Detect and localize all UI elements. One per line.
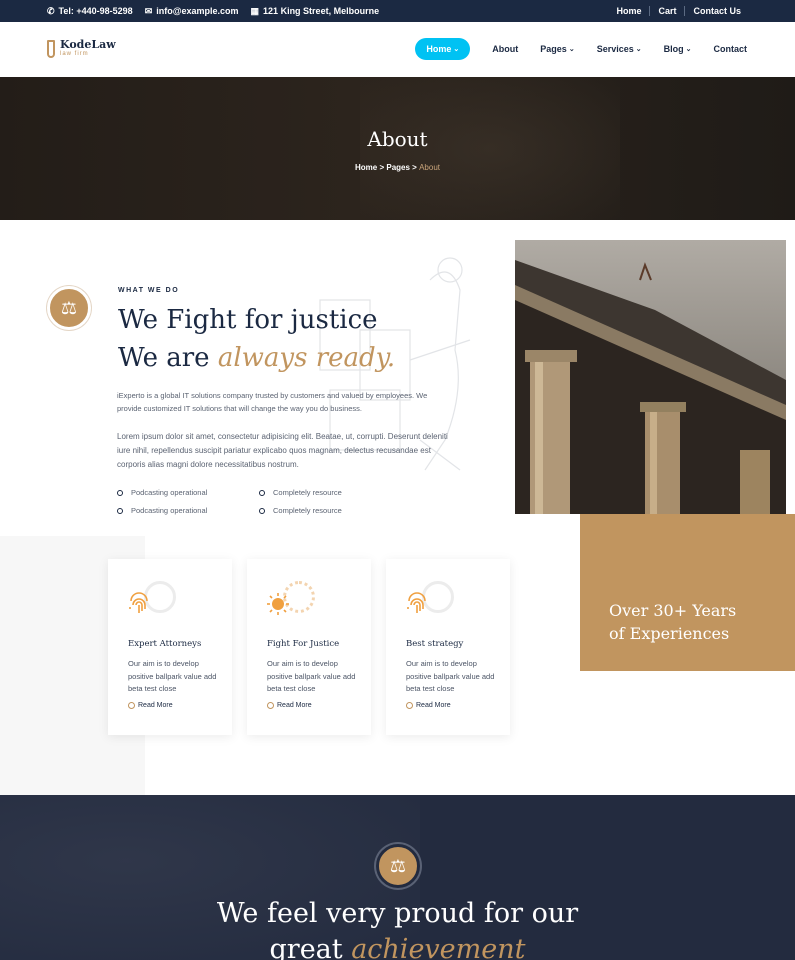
- logo-name: KodeLaw: [60, 38, 116, 51]
- read-more-label: Read More: [277, 702, 312, 709]
- feature-label: Completely resource: [273, 506, 342, 515]
- site-logo[interactable]: KodeLaw law firm: [47, 39, 116, 58]
- nav-item-home-label: Home: [426, 44, 452, 54]
- card-text: Our aim is to develop positive ballpark …: [406, 659, 495, 693]
- top-links: Home Cart Contact Us: [608, 0, 749, 22]
- feature-label: Completely resource: [273, 488, 342, 497]
- service-card: Expert Attorneys Our aim is to develop p…: [108, 559, 232, 735]
- email-item[interactable]: ✉ info@example.com: [145, 6, 239, 17]
- card-title: Best strategy: [406, 639, 464, 649]
- read-more-link[interactable]: Read More: [406, 702, 451, 709]
- chevron-down-icon: ⌄: [453, 46, 460, 53]
- breadcrumb-pages[interactable]: Pages: [386, 163, 410, 172]
- bullet-circle-icon: [117, 489, 123, 496]
- card-text: Our aim is to develop positive ballpark …: [267, 659, 356, 693]
- card-title: Expert Attorneys: [128, 639, 202, 649]
- bullet-circle-icon: [259, 489, 265, 496]
- about-headline: We Fight for justice We are always ready…: [118, 301, 395, 377]
- nav-item-services[interactable]: Services ⌄: [597, 44, 642, 54]
- chevron-down-icon: ⌄: [635, 46, 642, 53]
- experience-block: Over 30+ Years of Experiences: [580, 514, 795, 671]
- top-link-contact-us[interactable]: Contact Us: [684, 6, 749, 16]
- envelope-icon: ✉: [144, 5, 153, 16]
- arrow-circle-icon: [267, 702, 274, 709]
- about-body-text: Lorem ipsum dolor sit amet, consectetur …: [117, 432, 448, 469]
- card-title: Fight For Justice: [267, 639, 340, 649]
- breadcrumb-current: About: [419, 163, 440, 172]
- achievement-headline: We feel very proud for our great achieve…: [0, 896, 795, 960]
- achievement-line-2: great achievement: [0, 932, 795, 960]
- page-title: About: [367, 127, 428, 151]
- nav-item-blog-label: Blog: [663, 44, 684, 54]
- nav-item-contact-label: Contact: [713, 44, 748, 54]
- feature-item: Podcasting operational: [117, 488, 207, 497]
- headline-line-2-accent: always ready.: [217, 343, 396, 373]
- feature-item: Completely resource: [259, 488, 342, 497]
- nav-item-about-label: About: [492, 44, 519, 54]
- about-intro-text: iExperto is a global IT solutions compan…: [117, 391, 428, 413]
- logo-tagline: law firm: [60, 51, 89, 57]
- top-bar: ✆ Tel: +440-98-5298 ✉ info@example.com ▦…: [0, 0, 795, 22]
- courthouse-photo: [515, 240, 786, 514]
- justice-emblem-icon: ⚖: [47, 286, 91, 330]
- fingerprint-icon: [407, 592, 426, 613]
- page-hero: About Home > Pages > About: [0, 77, 795, 220]
- headline-line-2: We are always ready.: [118, 339, 395, 377]
- top-contact-info: ✆ Tel: +440-98-5298 ✉ info@example.com ▦…: [47, 0, 391, 22]
- fingerprint-icon: [129, 592, 148, 613]
- chevron-down-icon: ⌄: [568, 46, 575, 53]
- achievement-line-2-plain: great: [269, 934, 352, 960]
- nav-item-about[interactable]: About: [492, 44, 518, 54]
- chevron-down-icon: ⌄: [685, 46, 692, 53]
- bullet-circle-icon: [117, 507, 123, 514]
- card-text: Our aim is to develop positive ballpark …: [128, 659, 217, 693]
- bullet-circle-icon: [259, 507, 265, 514]
- nav-item-home[interactable]: Home ⌄: [415, 38, 471, 60]
- read-more-link[interactable]: Read More: [267, 702, 312, 709]
- logo-mark-icon: [47, 39, 55, 58]
- read-more-label: Read More: [138, 702, 173, 709]
- experience-text: Over 30+ Years of Experiences: [609, 599, 736, 645]
- feature-item: Podcasting operational: [117, 506, 207, 515]
- phone-item[interactable]: ✆ Tel: +440-98-5298: [47, 6, 133, 17]
- breadcrumb: Home > Pages > About: [355, 163, 440, 172]
- experience-line-2: of Experiences: [609, 624, 730, 643]
- read-more-label: Read More: [416, 702, 451, 709]
- email-text: info@example.com: [156, 6, 239, 16]
- headline-line-2-plain: We are: [118, 343, 218, 373]
- service-card: Fight For Justice Our aim is to develop …: [247, 559, 371, 735]
- top-link-home[interactable]: Home: [608, 6, 649, 16]
- phone-icon: ✆: [47, 5, 55, 16]
- justice-emblem-icon: ⚖: [376, 844, 420, 888]
- main-nav: KodeLaw law firm Home ⌄ About Pages ⌄ Serv…: [0, 22, 795, 77]
- nav-item-pages-label: Pages: [540, 44, 567, 54]
- section-eyebrow: WHAT WE DO: [118, 287, 180, 294]
- map-icon: ▦: [250, 5, 260, 16]
- nav-menu: Home ⌄ About Pages ⌄ Services ⌄ Blog ⌄ Conta…: [415, 38, 747, 60]
- top-link-cart[interactable]: Cart: [649, 6, 684, 16]
- address-text: 121 King Street, Melbourne: [263, 6, 380, 16]
- arrow-circle-icon: [406, 702, 413, 709]
- statue-sketch-illustration: [319, 257, 471, 471]
- service-card: Best strategy Our aim is to develop posi…: [386, 559, 510, 735]
- nav-item-blog[interactable]: Blog ⌄: [664, 44, 692, 54]
- sun-icon: [267, 593, 289, 615]
- nav-item-pages[interactable]: Pages ⌄: [540, 44, 574, 54]
- headline-line-1: We Fight for justice: [118, 305, 378, 335]
- feature-label: Podcasting operational: [131, 488, 208, 497]
- feature-label: Podcasting operational: [131, 506, 208, 515]
- achievement-line-2-accent: achievement: [351, 934, 526, 960]
- feature-item: Completely resource: [259, 506, 342, 515]
- breadcrumb-home[interactable]: Home: [355, 163, 377, 172]
- achievement-line-1: We feel very proud for our: [216, 898, 579, 929]
- experience-line-1: Over 30+ Years: [609, 601, 737, 620]
- phone-text: Tel: +440-98-5298: [58, 6, 133, 16]
- nav-item-services-label: Services: [596, 44, 634, 54]
- nav-item-contact[interactable]: Contact: [714, 44, 748, 54]
- address-item: ▦ 121 King Street, Melbourne: [251, 6, 380, 17]
- arrow-circle-icon: [128, 702, 135, 709]
- read-more-link[interactable]: Read More: [128, 702, 173, 709]
